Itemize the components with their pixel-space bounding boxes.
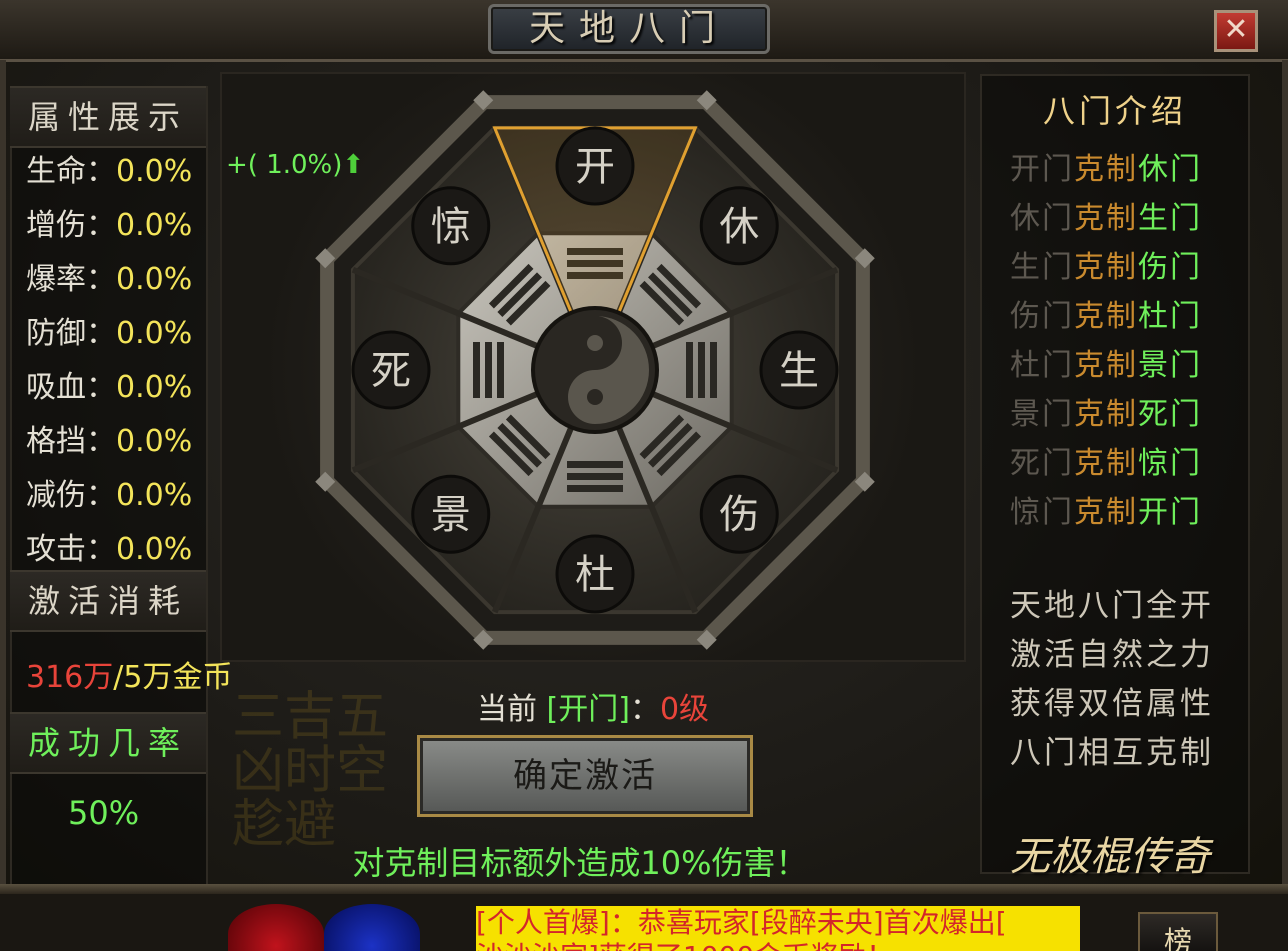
attribute-value: 0.0% [116, 532, 193, 567]
cost-header: 激活消耗 [10, 570, 206, 632]
window-title-plate: 天地八门 [488, 4, 770, 54]
attribute-value: 0.0% [116, 478, 193, 513]
gates-intro-title: 八门介绍 [1042, 92, 1187, 130]
attribute-label: 减伤： [26, 478, 116, 513]
attribute-value: 0.0% [116, 424, 193, 459]
success-rate: 50% [68, 794, 140, 832]
counter-rule: 休门克制生门 [1010, 201, 1202, 236]
attribute-value: 0.0% [116, 262, 193, 297]
close-icon: ✕ [1223, 12, 1249, 47]
attribute-value: 0.0% [116, 208, 193, 243]
gate-label: 伤 [719, 492, 759, 538]
attribute-row: 增伤：0.0% [26, 200, 192, 244]
bonus-indicator: +( 1.0%)⬆ [226, 150, 365, 180]
attributes-header: 属性展示 [10, 86, 206, 148]
close-button[interactable]: ✕ [1214, 10, 1258, 52]
trigram [686, 342, 717, 398]
counter-rule: 杜门克制景门 [1010, 348, 1202, 383]
attribute-label: 生命： [26, 154, 116, 189]
system-message: [个人首爆]：恭喜玩家[段醉未央]首次爆出[ 沙沙沙家]获得了1000金币奖励！ [476, 906, 1080, 951]
gate-label: 惊 [431, 204, 471, 250]
activate-button[interactable]: 确定激活 [420, 738, 750, 814]
attribute-label: 格挡： [26, 424, 116, 459]
up-arrow-icon: ⬆ [342, 150, 365, 180]
counter-rule: 死门克制惊门 [1010, 446, 1202, 481]
gate-label: 开 [575, 144, 615, 190]
attribute-value: 0.0% [116, 370, 193, 405]
gate-label: 景 [431, 492, 471, 538]
trigram [473, 342, 504, 398]
current-gate: [开门] [546, 692, 630, 727]
motto-line: 天地八门全开 [1010, 588, 1214, 624]
right-frame [1282, 60, 1288, 890]
motto-line: 八门相互克制 [1010, 735, 1214, 771]
counter-rule: 惊门克制开门 [1010, 495, 1202, 530]
rank-button[interactable]: 榜 [1138, 912, 1218, 951]
attribute-label: 爆率： [26, 262, 116, 297]
gate-label: 杜 [575, 552, 615, 598]
attribute-row: 生命：0.0% [26, 146, 192, 190]
attribute-row: 格挡：0.0% [26, 416, 192, 460]
motto-line: 激活自然之力 [1010, 637, 1214, 673]
eight-gates-window: 天地八门 ✕ 属性展示 生命：0.0% 增伤：0.0% 爆率：0.0% 防御：0.0%… [0, 0, 1288, 951]
attribute-row: 爆率：0.0% [26, 254, 192, 298]
gate-label: 休 [719, 204, 759, 250]
attribute-label: 吸血： [26, 370, 116, 405]
trigram [567, 461, 623, 492]
game-logo: 无极棍传奇 [1010, 834, 1210, 880]
hud-border [0, 884, 1288, 894]
counter-rule: 景门克制死门 [1010, 397, 1202, 432]
left-frame [0, 60, 6, 890]
gate-label: 死 [371, 348, 411, 394]
counter-rule: 伤门克制杜门 [1010, 299, 1202, 334]
attribute-row: 吸血：0.0% [26, 362, 192, 406]
motto-line: 获得双倍属性 [1010, 686, 1214, 722]
attribute-row: 攻击：0.0% [26, 524, 192, 568]
attribute-value: 0.0% [116, 316, 193, 351]
attribute-label: 攻击： [26, 532, 116, 567]
attribute-label: 增伤： [26, 208, 116, 243]
current-level: 0级 [659, 692, 710, 727]
window-title: 天地八门 [528, 8, 729, 49]
attribute-value: 0.0% [116, 154, 193, 189]
counter-rule: 生门克制伤门 [1010, 250, 1202, 285]
counter-rule: 开门克制休门 [1010, 152, 1202, 187]
attribute-label: 防御： [26, 316, 116, 351]
attribute-row: 防御：0.0% [26, 308, 192, 352]
gate-label: 生 [779, 348, 819, 394]
attribute-row: 减伤：0.0% [26, 470, 192, 514]
